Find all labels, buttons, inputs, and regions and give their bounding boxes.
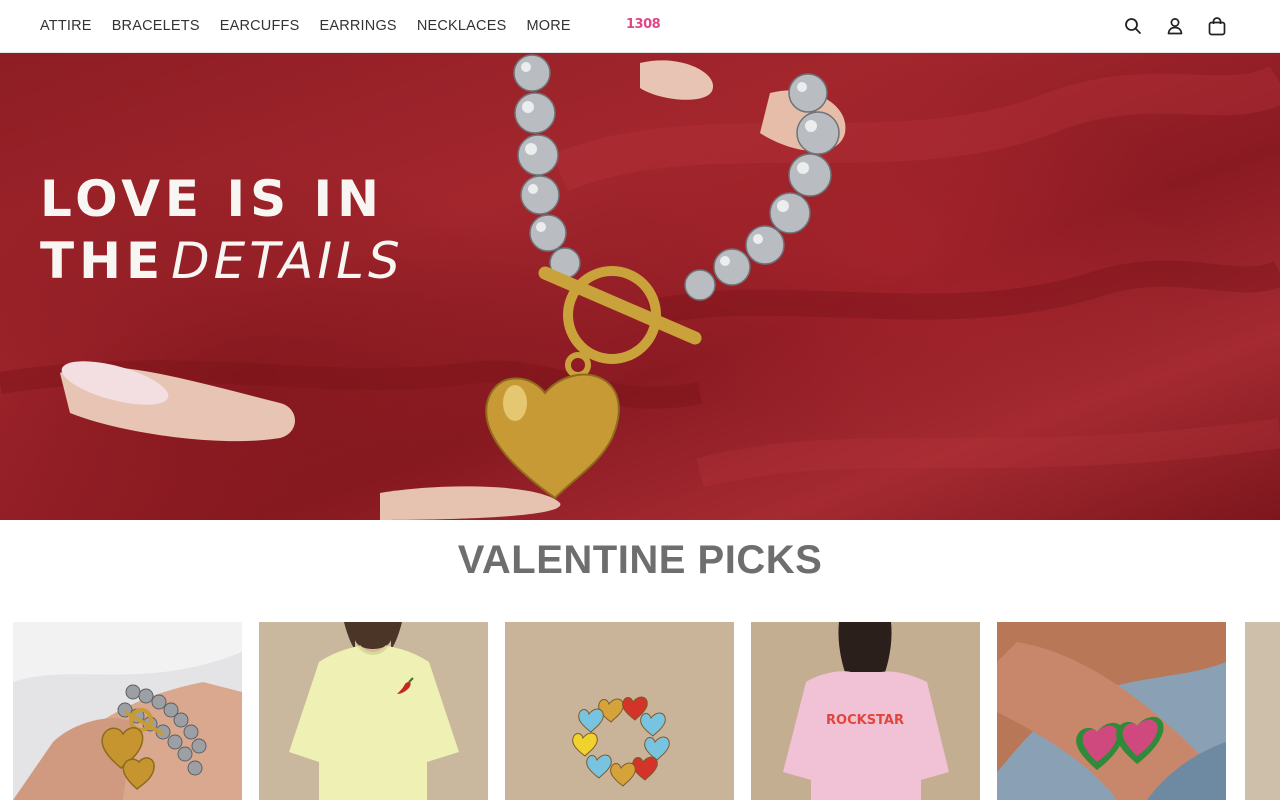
rockstar-print-text: ROCKSTAR	[826, 713, 904, 728]
product-image	[13, 622, 242, 800]
product-image	[997, 622, 1226, 800]
product-image	[505, 622, 734, 800]
hero-headline-line2: THE DETAILS	[40, 230, 404, 292]
nav-item-necklaces[interactable]: NECKLACES	[417, 18, 507, 34]
nav-item-attire[interactable]: ATTIRE	[40, 18, 92, 34]
product-card-bracelet[interactable]	[13, 622, 242, 800]
header-actions	[1122, 14, 1228, 38]
hero-headline-the: THE	[40, 232, 166, 290]
hero-banner[interactable]: LOVE IS IN THE DETAILS	[0, 53, 1280, 520]
product-card-partial[interactable]	[1245, 622, 1280, 800]
product-card-heart-ring[interactable]	[505, 622, 734, 800]
bag-icon[interactable]	[1206, 14, 1228, 38]
hero-headline: LOVE IS IN THE DETAILS	[40, 168, 404, 292]
nav-item-earrings[interactable]: EARRINGS	[319, 18, 396, 34]
brand-logo[interactable]: 1308	[626, 17, 661, 32]
main-nav: ATTIRE BRACELETS EARCUFFS EARRINGS NECKL…	[40, 0, 591, 52]
product-card-rockstar-tshirt[interactable]: ROCKSTAR	[751, 622, 980, 800]
account-icon[interactable]	[1164, 14, 1186, 38]
product-card-yellow-tshirt[interactable]	[259, 622, 488, 800]
nav-item-bracelets[interactable]: BRACELETS	[112, 18, 200, 34]
hero-headline-details: DETAILS	[171, 232, 404, 290]
product-image: ROCKSTAR	[751, 622, 980, 800]
section-title: VALENTINE PICKS	[457, 538, 823, 582]
product-card-pave-ring[interactable]	[997, 622, 1226, 800]
search-icon[interactable]	[1122, 14, 1144, 38]
product-carousel: ROCKSTAR	[13, 622, 1226, 800]
hero-headline-line1: LOVE IS IN	[40, 170, 384, 228]
site-header: ATTIRE BRACELETS EARCUFFS EARRINGS NECKL…	[0, 0, 1280, 53]
product-image	[259, 622, 488, 800]
nav-item-more[interactable]: MORE	[526, 18, 570, 34]
nav-item-earcuffs[interactable]: EARCUFFS	[220, 18, 300, 34]
